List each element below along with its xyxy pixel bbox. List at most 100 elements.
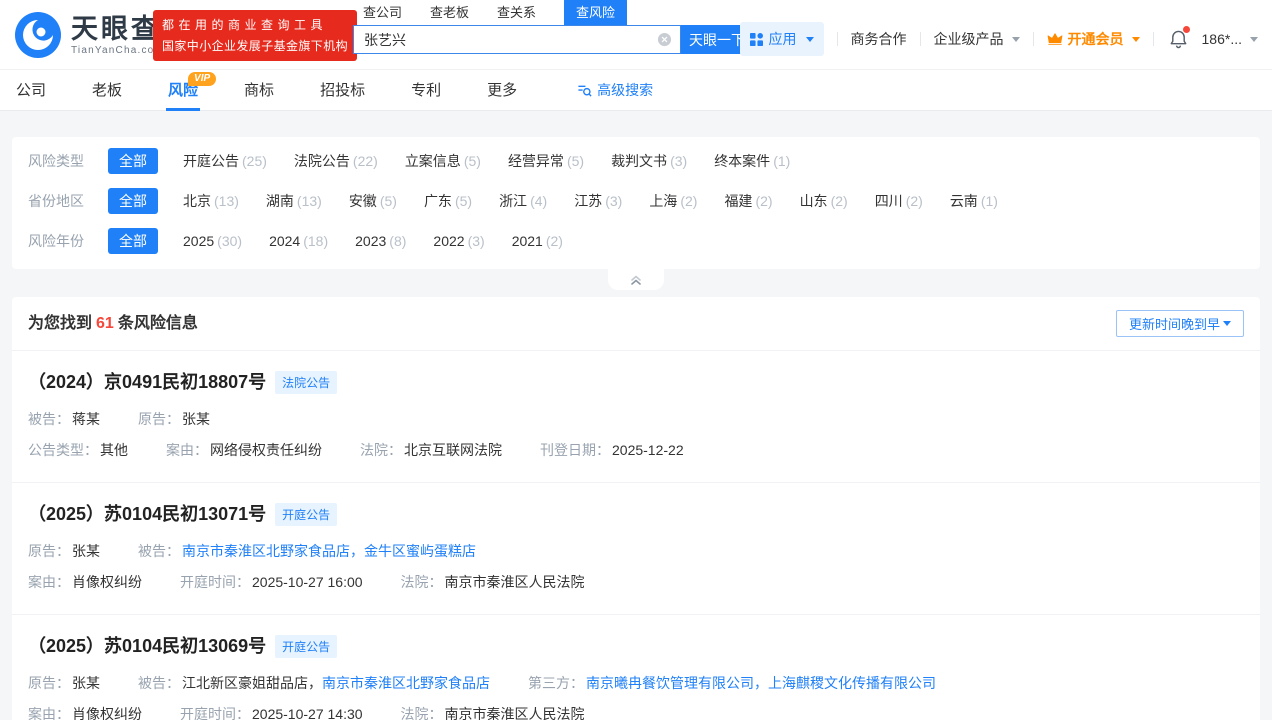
field-value: 2025-10-27 14:30 [252,706,363,720]
filter-option[interactable]: 终本案件 (1) [714,151,790,171]
field-value: 张某 [72,675,100,691]
top-header: 天眼查 TianYanCha.com 都在用的商业查询工具 国家中小企业发展子基… [0,0,1272,70]
result-item: （2024）京0491民初18807号 法院公告 被告： 蒋某 原告： 张某 公告类型： 其他… [12,350,1260,482]
apps-menu[interactable]: 应用 [739,22,824,56]
filter-option[interactable]: 山东 (2) [800,191,848,211]
case-field: 第三方： 南京曦冉餐饮管理有限公司，上海麒稷文化传播有限公司 [528,673,936,693]
filter-option[interactable]: 全部 [108,188,158,214]
filter-option[interactable]: 浙江 (4) [499,191,547,211]
filter-option-count: (5) [454,193,473,209]
search-input[interactable] [353,25,681,54]
filter-option[interactable]: 2023 (8) [355,233,406,249]
enterprise-products-menu[interactable]: 企业级产品 [934,29,1020,49]
case-field: 案由： 网络侵权责任纠纷 [166,440,322,460]
nav-item[interactable]: 公司 [16,70,46,111]
filter-option[interactable]: 2021 (2) [512,233,563,249]
case-number[interactable]: （2024）京0491民初18807号 [28,370,266,394]
filter-option-count: (3) [605,193,623,209]
brand-name: 天眼查 [71,13,161,44]
field-value-text: 其他 [100,442,128,458]
filter-option[interactable]: 福建 (2) [724,191,772,211]
chevron-down-icon [1011,36,1020,46]
filter-option[interactable]: 全部 [108,148,158,174]
sort-order-button[interactable]: 更新时间晚到早 [1115,310,1244,337]
field-label: 被告： [138,543,180,559]
filter-option[interactable]: 经营异常 (5) [508,151,584,171]
business-cooperation-link[interactable]: 商务合作 [851,29,907,49]
filter-option[interactable]: 云南 (1) [950,191,998,211]
filter-option-name: 江苏 [574,193,603,209]
field-value-text: 江北新区豪姐甜品店， [182,675,322,691]
filter-option[interactable]: 安徽 (5) [349,191,397,211]
case-type-badge: 法院公告 [275,370,338,394]
category-navbar: 公司 老板 风险 VIP 商标 招投标 专利 更多 高级搜索 [0,70,1272,111]
filter-option-count: (4) [530,193,548,209]
nav-item[interactable]: 老板 [92,70,122,111]
filter-option-name: 浙江 [499,193,528,209]
filter-option[interactable]: 2025 (30) [183,233,242,249]
filter-option-count: (3) [467,233,485,249]
nav-item[interactable]: 招投标 [320,70,365,111]
advanced-search-link[interactable]: 高级搜索 [577,80,653,100]
case-field: 原告： 张某 [28,541,100,561]
search-tab[interactable]: 查风险 [564,0,628,25]
filter-option[interactable]: 立案信息 (5) [405,151,481,171]
field-label: 第三方： [528,675,584,691]
field-value-text: 肖像权纠纷 [72,706,142,720]
brand-logo[interactable]: 天眼查 TianYanCha.com [14,11,164,59]
filter-option[interactable]: 裁判文书 (3) [611,151,687,171]
search-tab[interactable]: 查老板 [430,2,469,25]
filter-option[interactable]: 湖南 (13) [266,191,322,211]
filter-row-label: 风险年份 [28,233,84,249]
collapse-filters-button[interactable] [608,269,664,290]
field-value: 肖像权纠纷 [72,706,142,720]
filter-option[interactable]: 开庭公告 (25) [183,151,267,171]
case-number[interactable]: （2025）苏0104民初13071号 [28,502,266,526]
nav-item[interactable]: 专利 [411,70,441,111]
filter-option-name: 开庭公告 [183,153,239,169]
company-link[interactable]: 南京市秦淮区北野家食品店 [322,675,490,691]
search-tab[interactable]: 查公司 [363,2,402,25]
filter-option-name: 2024 [269,233,301,249]
field-label: 原告： [28,675,70,691]
nav-item[interactable]: 风险 VIP [166,70,217,111]
account-menu[interactable]: 186*... [1202,31,1258,47]
filter-option-name: 上海 [649,193,678,209]
filter-option-count: (13) [296,193,322,209]
open-membership-menu[interactable]: 开通会员 [1047,29,1140,49]
result-title-row: （2024）京0491民初18807号 法院公告 [28,370,1244,394]
nav-item[interactable]: 商标 [244,70,274,111]
filter-option[interactable]: 广东 (5) [424,191,472,211]
field-value: 肖像权纠纷 [72,574,142,590]
field-value-text: 肖像权纠纷 [72,574,142,590]
filter-option[interactable]: 上海 (2) [649,191,697,211]
field-value: 南京市秦淮区北野家食品店，金牛区蜜屿蛋糕店 [182,543,476,559]
field-value: 江北新区豪姐甜品店，南京市秦淮区北野家食品店 [182,675,490,691]
nav-item[interactable]: 更多 [487,70,517,111]
filter-option-name: 北京 [183,193,211,209]
clear-input-icon[interactable] [657,32,672,47]
field-row: 案由： 肖像权纠纷 开庭时间： 2025-10-27 14:30 法院： 南京市秦淮区人民… [28,704,1244,720]
filter-option[interactable]: 2022 (3) [433,233,484,249]
field-value-text: 2025-10-27 16:00 [252,574,363,590]
filter-option[interactable]: 全部 [108,228,158,254]
notifications-bell-icon[interactable] [1169,26,1190,49]
filter-option[interactable]: 法院公告 (22) [294,151,378,171]
company-link[interactable]: 南京曦冉餐饮管理有限公司，上海麒稷文化传播有限公司 [586,675,936,691]
filter-option-count: (3) [670,153,688,169]
brand-slogan: 都在用的商业查询工具 国家中小企业发展子基金旗下机构 [153,10,358,61]
case-number[interactable]: （2025）苏0104民初13069号 [28,634,266,658]
filter-option[interactable]: 北京 (13) [183,191,239,211]
filter-option[interactable]: 江苏 (3) [574,191,622,211]
filter-row: 省份地区 全部 北京 (13) 湖南 (13) 安徽 (5) 广东 (5) 浙江 (4) 江苏 (3) 上海… [28,181,1244,221]
search-tab[interactable]: 查关系 [497,2,536,25]
company-link[interactable]: 南京市秦淮区北野家食品店，金牛区蜜屿蛋糕店 [182,543,476,559]
filter-panel-rows: 风险类型 全部 开庭公告 (25) 法院公告 (22) 立案信息 (5) 经营异常 (5) 裁判文书… [28,141,1244,261]
field-row: 公告类型： 其他 案由： 网络侵权责任纠纷 法院： 北京互联网法院 刊登日期： 2025-12… [28,440,1244,460]
field-label: 案由： [166,442,208,458]
field-label: 公告类型： [28,442,98,458]
filter-option[interactable]: 2024 (18) [269,233,328,249]
tianyancha-swirl-icon [14,11,62,59]
field-label: 开庭时间： [180,574,250,590]
filter-option[interactable]: 四川 (2) [875,191,923,211]
